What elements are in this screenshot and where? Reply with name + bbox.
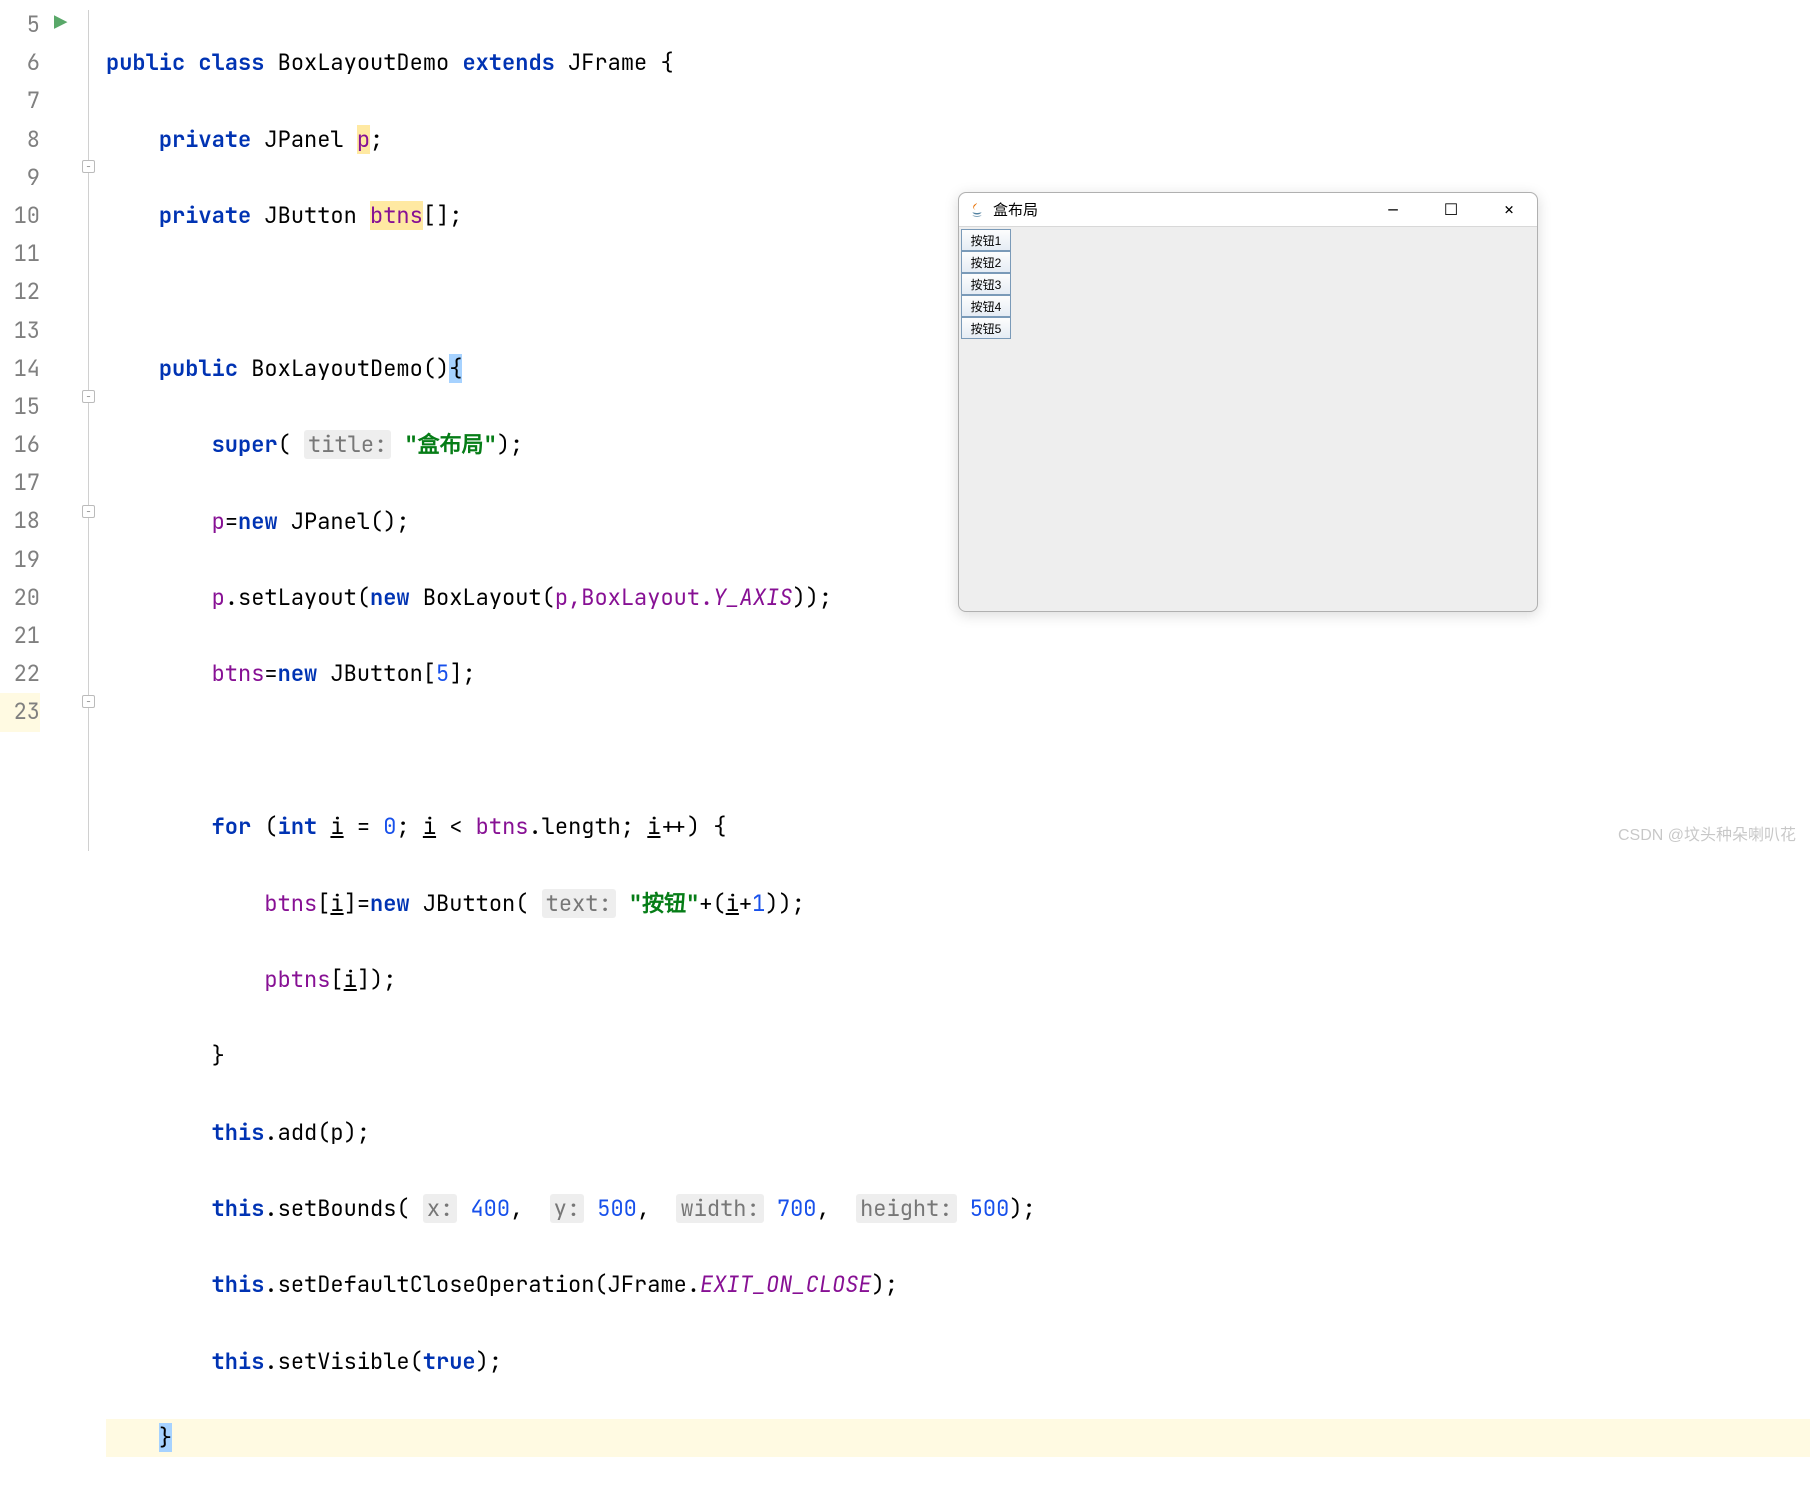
line-number: 17 [0, 464, 40, 502]
line-number: 9 [0, 159, 40, 197]
fold-toggle-icon[interactable]: − [82, 695, 95, 708]
line-number: 11 [0, 235, 40, 273]
jbutton-5[interactable]: 按钮5 [961, 317, 1011, 339]
line-number: 8 [0, 121, 40, 159]
line-number: 20 [0, 579, 40, 617]
line-number-gutter: 5 6 7 8 9 10 11 12 13 14 15 16 17 18 19 … [0, 0, 50, 851]
code-editor: 5 6 7 8 9 10 11 12 13 14 15 16 17 18 19 … [0, 0, 1810, 851]
line-number: 23 [0, 693, 40, 731]
jbutton-4[interactable]: 按钮4 [961, 295, 1011, 317]
line-number: 7 [0, 82, 40, 120]
window-titlebar[interactable]: 盒布局 — ☐ ✕ [959, 193, 1537, 227]
window-content: 按钮1 按钮2 按钮3 按钮4 按钮5 [959, 227, 1537, 341]
watermark-text: CSDN @坟头种朵喇叭花 [1618, 821, 1796, 845]
java-swing-window: 盒布局 — ☐ ✕ 按钮1 按钮2 按钮3 按钮4 按钮5 [958, 192, 1538, 612]
line-number: 21 [0, 617, 40, 655]
run-gutter: ▶ [50, 0, 80, 851]
line-number: 12 [0, 273, 40, 311]
line-number: 18 [0, 502, 40, 540]
line-number: 16 [0, 426, 40, 464]
line-number: 5 [0, 6, 40, 44]
line-number: 10 [0, 197, 40, 235]
line-number: 14 [0, 350, 40, 388]
jbutton-3[interactable]: 按钮3 [961, 273, 1011, 295]
jbutton-2[interactable]: 按钮2 [961, 251, 1011, 273]
jbutton-1[interactable]: 按钮1 [961, 229, 1011, 251]
window-title: 盒布局 [993, 199, 1038, 220]
line-number: 13 [0, 312, 40, 350]
fold-gutter: − − − − [80, 0, 100, 851]
run-icon[interactable]: ▶ [54, 8, 67, 37]
code-area[interactable]: public class BoxLayoutDemo extends JFram… [100, 0, 1810, 851]
fold-toggle-icon[interactable]: − [82, 160, 95, 173]
line-number: 6 [0, 44, 40, 82]
line-number: 19 [0, 541, 40, 579]
maximize-button[interactable]: ☐ [1437, 199, 1465, 220]
line-number: 15 [0, 388, 40, 426]
fold-toggle-icon[interactable]: − [82, 505, 95, 518]
java-icon [967, 200, 987, 220]
minimize-button[interactable]: — [1379, 199, 1407, 220]
close-button[interactable]: ✕ [1495, 199, 1523, 220]
line-number: 22 [0, 655, 40, 693]
fold-toggle-icon[interactable]: − [82, 390, 95, 403]
